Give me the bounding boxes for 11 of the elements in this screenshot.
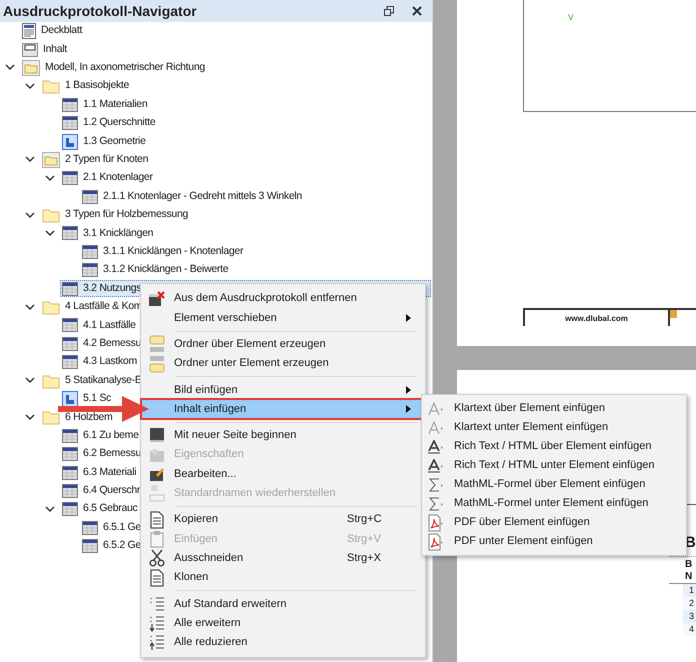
shortcut-text: Strg+C — [347, 512, 383, 528]
axis-label: v — [568, 11, 574, 23]
table-cell: 3 — [683, 610, 696, 623]
table-cell: 1 — [683, 584, 696, 597]
table-cell: 2 — [683, 597, 696, 610]
table-header: N — [685, 571, 694, 583]
table-header: B — [685, 559, 694, 571]
panel-title: Ausdruckprotokoll-Navigator — [3, 2, 198, 21]
shortcut-text: Strg+V — [347, 532, 382, 547]
shortcut-text: Strg+X — [347, 550, 382, 566]
table-cell: 4 — [683, 623, 696, 636]
